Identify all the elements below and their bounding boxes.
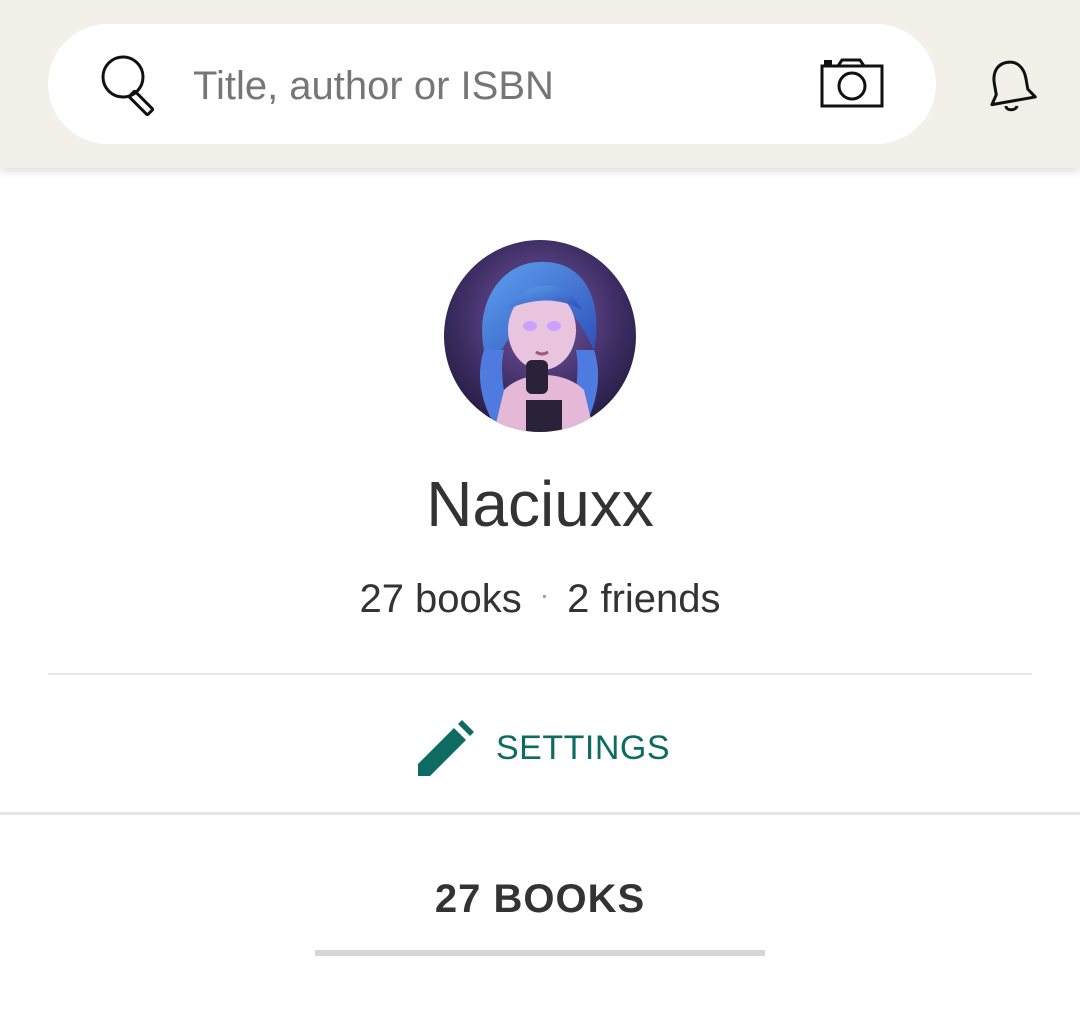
profile-username: Naciuxx	[426, 468, 654, 540]
bell-icon[interactable]	[984, 56, 1038, 116]
books-count-link[interactable]: 27 books	[359, 577, 521, 621]
tab-indicator	[315, 950, 765, 956]
avatar[interactable]	[444, 240, 636, 432]
settings-button[interactable]: SETTINGS	[0, 676, 1080, 812]
pencil-icon	[414, 720, 474, 780]
settings-label: SETTINGS	[496, 729, 671, 767]
friends-count-link[interactable]: 2 friends	[567, 577, 720, 621]
search-icon[interactable]	[100, 54, 164, 118]
profile-stats: 27 books · 2 friends	[0, 574, 1080, 626]
divider	[0, 812, 1080, 815]
tab-books[interactable]: 27 BOOKS	[0, 874, 1080, 924]
divider	[48, 673, 1032, 675]
search-input[interactable]: Title, author or ISBN	[193, 58, 554, 114]
camera-icon[interactable]	[818, 56, 884, 112]
stats-separator: ·	[539, 579, 550, 611]
